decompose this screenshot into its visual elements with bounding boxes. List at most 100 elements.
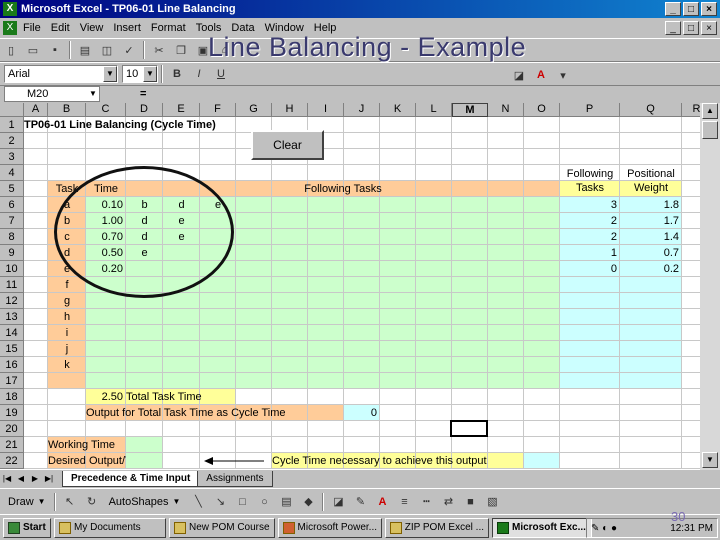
name-box[interactable]: M20 ▼ [4,86,100,102]
open-icon[interactable]: ▭ [23,40,43,60]
taskbar-item-zip-pom-excel[interactable]: ZIP POM Excel ... [385,517,489,538]
menu-edit[interactable]: Edit [51,22,70,34]
column-header-m[interactable]: M [452,103,488,117]
draw-menu[interactable]: Draw [8,496,34,508]
column-header-p[interactable]: P [560,103,620,117]
taskbar-item-new-pom-course[interactable]: New POM Course [169,517,275,538]
doc-minimize-button[interactable]: _ [665,21,681,35]
row-header-12[interactable]: 12 [0,293,24,309]
arrow-icon[interactable]: ↘ [210,492,230,512]
task-id[interactable]: f [48,277,86,293]
task-id[interactable]: h [48,309,86,325]
oval-icon[interactable]: ○ [254,492,274,512]
line-style-icon[interactable]: ≡ [394,492,414,512]
menu-insert[interactable]: Insert [113,22,141,34]
column-header-f[interactable]: F [200,103,236,117]
excel-app-icon[interactable]: X [3,2,17,16]
column-header-a[interactable]: A [24,103,48,117]
tray-icons[interactable]: ✎ ◐ ● [591,523,617,534]
start-button[interactable]: Start [3,517,51,538]
free-rotate-icon[interactable]: ↻ [82,492,102,512]
task-id[interactable]: j [48,341,86,357]
shadow-icon[interactable]: ■ [460,492,480,512]
taskbar-item-my-documents[interactable]: My Documents [54,517,166,538]
line-icon[interactable]: ╲ [188,492,208,512]
taskbar-item-microsoft-excel[interactable]: Microsoft Exc... [492,517,592,538]
maximize-button[interactable]: □ [683,2,699,16]
doc-close-button[interactable]: × [701,21,717,35]
chevron-down-icon[interactable]: ▾ [553,65,573,85]
column-header-n[interactable]: N [488,103,524,117]
select-objects-icon[interactable]: ↖ [60,492,80,512]
task-id[interactable]: g [48,293,86,309]
menu-format[interactable]: Format [151,22,186,34]
column-header-e[interactable]: E [163,103,200,117]
line-color-icon[interactable]: ✎ [350,492,370,512]
vertical-scrollbar[interactable]: ▲ ▼ [700,103,720,470]
copy-icon[interactable]: ❐ [171,40,191,60]
menu-view[interactable]: View [80,22,104,34]
row-header-19[interactable]: 19 [0,405,24,421]
close-button[interactable]: × [701,2,717,16]
column-header-q[interactable]: Q [620,103,682,117]
spelling-icon[interactable]: ✓ [119,40,139,60]
row-header-5[interactable]: 5 [0,181,24,197]
print-icon[interactable]: ▤ [75,40,95,60]
arrow-style-icon[interactable]: ⇄ [438,492,458,512]
wordart-icon[interactable]: ◆ [298,492,318,512]
column-header-h[interactable]: H [272,103,308,117]
chevron-down-icon[interactable]: ▼ [38,497,46,506]
next-sheet-icon[interactable]: ▶ [28,472,42,486]
row-header-16[interactable]: 16 [0,357,24,373]
chevron-down-icon[interactable]: ▼ [143,66,157,82]
scroll-up-icon[interactable]: ▲ [702,103,718,119]
clear-button[interactable]: Clear [251,130,324,160]
row-header-22[interactable]: 22 [0,453,24,469]
dash-style-icon[interactable]: ┅ [416,492,436,512]
autoshapes-menu[interactable]: AutoShapes [109,496,169,508]
row-header-10[interactable]: 10 [0,261,24,277]
column-header-d[interactable]: D [126,103,163,117]
chevron-down-icon[interactable]: ▼ [87,87,99,101]
worksheet-grid[interactable]: ABCDEFGHIJKLMNOPQR 1 2 3 4 5 6 7 8 9 10 11 12 13 14 15… [0,103,700,470]
select-all-corner[interactable] [0,103,24,117]
row-header-4[interactable]: 4 [0,165,24,181]
menu-file[interactable]: File [23,22,41,34]
selected-cell-m20[interactable] [450,420,488,437]
row-header-20[interactable]: 20 [0,421,24,437]
formula-equals[interactable]: = [140,88,146,100]
last-sheet-icon[interactable]: ▶| [42,472,56,486]
text-box-icon[interactable]: ▤ [276,492,296,512]
rectangle-icon[interactable]: □ [232,492,252,512]
minimize-button[interactable]: _ [665,2,681,16]
row-header-7[interactable]: 7 [0,213,24,229]
font-color-icon[interactable]: A [531,65,551,85]
row-header-9[interactable]: 9 [0,245,24,261]
tab-precedence-time-input[interactable]: Precedence & Time Input [62,471,200,487]
row-header-18[interactable]: 18 [0,389,24,405]
3d-icon[interactable]: ▧ [482,492,502,512]
row-header-6[interactable]: 6 [0,197,24,213]
first-sheet-icon[interactable]: |◀ [0,472,14,486]
font-combo[interactable]: Arial ▼ [4,65,118,83]
prev-sheet-icon[interactable]: ◀ [14,472,28,486]
tab-assignments[interactable]: Assignments [197,471,273,487]
column-header-l[interactable]: L [416,103,452,117]
new-icon[interactable]: ▯ [1,40,21,60]
column-header-c[interactable]: C [86,103,126,117]
italic-button[interactable]: I [189,64,209,84]
working-time-input[interactable] [126,437,163,453]
row-header-21[interactable]: 21 [0,437,24,453]
scroll-down-icon[interactable]: ▼ [702,452,718,468]
fill-color-icon[interactable]: ◪ [509,65,529,85]
underline-button[interactable]: U [211,64,231,84]
row-header-13[interactable]: 13 [0,309,24,325]
row-header-8[interactable]: 8 [0,229,24,245]
cut-icon[interactable]: ✂ [149,40,169,60]
scroll-thumb[interactable] [702,121,718,139]
doc-restore-button[interactable]: □ [683,21,699,35]
row-header-3[interactable]: 3 [0,149,24,165]
bold-button[interactable]: B [167,64,187,84]
row-header-1[interactable]: 1 [0,117,24,133]
font-color-icon[interactable]: A [372,492,392,512]
